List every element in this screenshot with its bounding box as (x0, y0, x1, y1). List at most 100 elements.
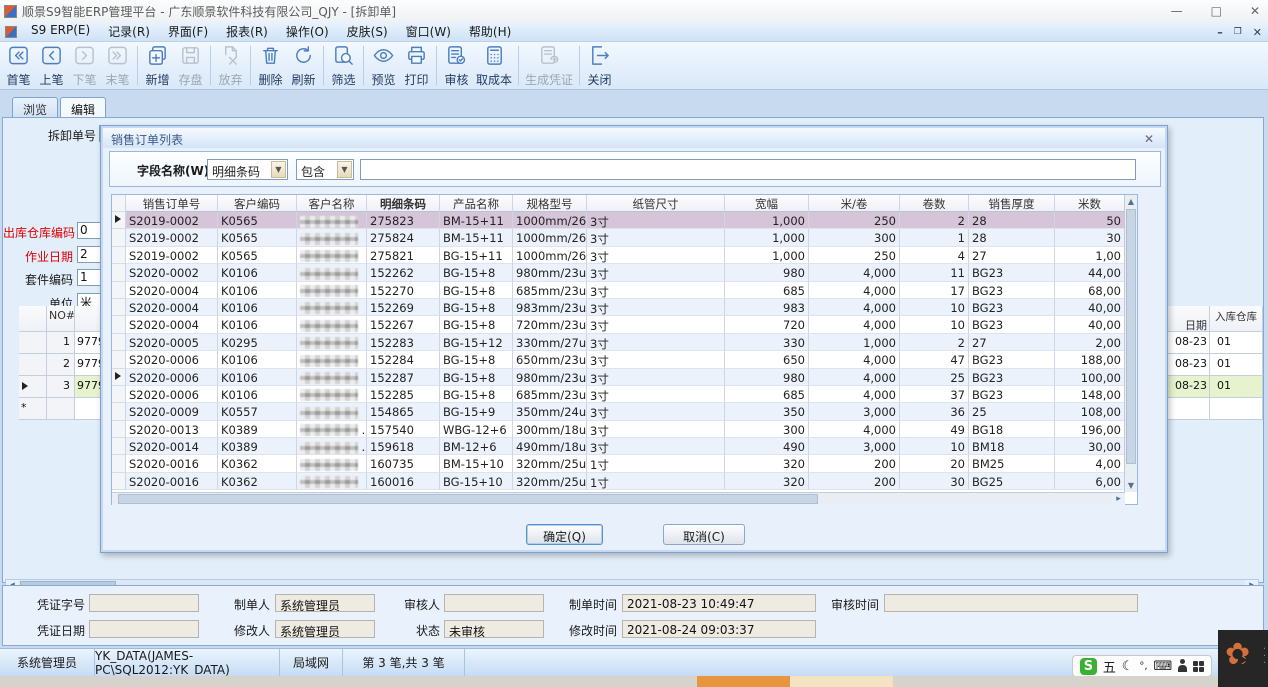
menu-item[interactable]: 帮助(H) (460, 21, 520, 42)
menu-item[interactable]: 记录(R) (99, 21, 159, 42)
toolbar-button-add[interactable]: 新增 (141, 43, 174, 88)
chevron-down-icon[interactable]: ▼ (337, 161, 352, 178)
toolbar-button-refresh[interactable]: 刷新 (287, 43, 320, 88)
table-row[interactable]: S2020-0006K0106152284BG-15+8650mm/23um..… (112, 351, 1137, 368)
scroll-thumb[interactable] (1126, 209, 1136, 464)
screen-recorder-overlay[interactable]: ✿ ··· (1218, 630, 1268, 687)
wubi-mode-icon[interactable]: 五 (1103, 657, 1116, 676)
table-row[interactable]: S2020-0016K0362160016BG-15+10320mm/25um.… (112, 473, 1137, 490)
chevron-down-icon[interactable]: ▼ (271, 161, 286, 178)
grid-cell: 275823 (367, 212, 440, 229)
grid-menu-icon[interactable] (1193, 661, 1204, 672)
toolbar-button-cost[interactable]: 取成本 (473, 43, 515, 88)
sogou-icon[interactable]: S (1080, 658, 1097, 675)
toolbar-button-print[interactable]: 打印 (400, 43, 433, 88)
input-method-tray[interactable]: S 五 ☾ °, ⌨ (1072, 655, 1212, 677)
column-header[interactable]: 宽幅 (725, 195, 809, 212)
row-selector[interactable] (112, 386, 126, 403)
column-header[interactable]: 卷数 (900, 195, 969, 212)
column-header[interactable]: 销售厚度 (969, 195, 1055, 212)
column-header[interactable]: 米/卷 (809, 195, 900, 212)
table-row[interactable]: S2020-0009K0557154865BG-15+9350mm/24um..… (112, 403, 1137, 420)
table-row[interactable]: S2020-0004K0106152270BG-15+8685mm/23um..… (112, 282, 1137, 299)
column-header[interactable]: 销售订单号 (126, 195, 218, 212)
menu-item[interactable]: S9 ERP(E) (22, 21, 99, 42)
cancel-button[interactable]: 取消(C) (663, 524, 745, 545)
column-header[interactable]: 纸管尺寸 (587, 195, 725, 212)
row-selector[interactable] (112, 299, 126, 316)
menu-item[interactable]: 窗口(W) (397, 21, 460, 42)
mdi-restore-button[interactable]: ❐ (1234, 27, 1242, 37)
row-selector[interactable] (112, 247, 126, 264)
toolbar-button-audit[interactable]: 审核 (440, 43, 473, 88)
scroll-thumb[interactable] (118, 494, 818, 504)
search-input[interactable] (360, 159, 1136, 180)
toolbar-button-delete[interactable]: 删除 (254, 43, 287, 88)
restore-button[interactable]: □ (1211, 4, 1222, 18)
column-header[interactable]: 产品名称 (440, 195, 513, 212)
dialog-title-bar[interactable]: 销售订单列表 ✕ (103, 128, 1165, 148)
row-selector[interactable] (112, 403, 126, 420)
row-selector-header[interactable] (112, 195, 126, 212)
column-header[interactable]: 客户名称 (297, 195, 367, 212)
column-header[interactable]: 明细条码 (367, 195, 440, 212)
column-header[interactable]: 规格型号 (513, 195, 587, 212)
row-selector[interactable] (112, 282, 126, 299)
toolbar-button-close-doc[interactable]: 关闭 (583, 43, 616, 88)
row-selector[interactable] (112, 316, 126, 333)
row-selector[interactable] (112, 455, 126, 472)
dialog-close-icon[interactable]: ✕ (1141, 132, 1157, 146)
grid-hscrollbar[interactable]: ▸ (112, 492, 1125, 505)
column-header[interactable]: 米数 (1055, 195, 1125, 212)
grid-vscrollbar[interactable]: ▲ ▼ (1124, 195, 1137, 492)
row-selector[interactable] (112, 351, 126, 368)
keyboard-icon[interactable]: ⌨ (1153, 659, 1172, 674)
table-row[interactable]: S2020-0002K0106152262BG-15+8980mm/23um..… (112, 264, 1137, 281)
table-row[interactable]: S2020-0013K0389 .157540WBG-12+6300mm/18u… (112, 421, 1137, 438)
table-row[interactable]: S2019-0002K0565275821BG-15+111000mm/26u.… (112, 247, 1137, 264)
menu-item[interactable]: 操作(O) (277, 21, 338, 42)
taskbar-app[interactable] (790, 676, 893, 687)
toolbar-button-prev[interactable]: 上笔 (35, 43, 68, 88)
sales-order-grid[interactable]: 销售订单号客户编码客户名称明细条码产品名称规格型号纸管尺寸宽幅米/卷卷数销售厚度… (111, 194, 1138, 505)
row-selector[interactable] (112, 264, 126, 281)
row-selector[interactable] (112, 212, 126, 229)
ok-button[interactable]: 确定(Q) (526, 524, 603, 545)
scroll-right-icon[interactable]: ▸ (1112, 494, 1125, 505)
menu-item[interactable]: 皮肤(S) (338, 21, 397, 42)
taskbar-active-app[interactable] (697, 676, 790, 687)
toolbar-button-preview[interactable]: 预览 (367, 43, 400, 88)
table-row[interactable]: S2020-0004K0106152267BG-15+8720mm/23um..… (112, 316, 1137, 333)
toolbar-button-filter[interactable]: 筛选 (327, 43, 360, 88)
row-selector[interactable] (112, 334, 126, 351)
minimize-button[interactable]: — (1171, 4, 1183, 18)
row-selector[interactable] (112, 229, 126, 246)
punctuation-icon[interactable]: °, (1139, 661, 1147, 672)
row-selector[interactable] (112, 369, 126, 386)
table-row[interactable]: S2020-0006K0106152285BG-15+8685mm/23um..… (112, 386, 1137, 403)
mdi-close-button[interactable]: ✕ (1253, 26, 1262, 39)
table-row[interactable]: S2020-0016K0362160735BM-15+10320mm/25um.… (112, 455, 1137, 472)
table-row[interactable]: S2020-0006K0106152287BG-15+8980mm/23um..… (112, 369, 1137, 386)
scroll-up-icon[interactable]: ▲ (1125, 195, 1137, 208)
toolbar-button-first[interactable]: 首笔 (2, 43, 35, 88)
table-row[interactable]: S2020-0005K0295152283BG-15+12330mm/27um.… (112, 334, 1137, 351)
menu-item[interactable]: 报表(R) (217, 21, 277, 42)
field-select[interactable]: 明细条码 ▼ (207, 159, 288, 180)
mdi-minimize-button[interactable]: – (1217, 26, 1223, 39)
operator-select[interactable]: 包含 ▼ (296, 159, 354, 180)
close-button[interactable]: ✕ (1250, 4, 1260, 18)
menu-item[interactable]: 界面(F) (159, 21, 217, 42)
column-header[interactable]: 客户编码 (218, 195, 297, 212)
table-row[interactable]: S2019-0002K0565275824BM-15+111000mm/26u.… (112, 229, 1137, 246)
scroll-down-icon[interactable]: ▼ (1125, 479, 1137, 492)
more-dots-icon[interactable]: ··· (1263, 646, 1266, 667)
row-selector[interactable] (112, 473, 126, 490)
row-selector[interactable] (112, 421, 126, 438)
table-row[interactable]: S2020-0004K0106152269BG-15+8983mm/23um..… (112, 299, 1137, 316)
table-row[interactable]: S2020-0014K0389 ..159618BM-12+6490mm/18u… (112, 438, 1137, 455)
moon-icon[interactable]: ☾ (1122, 659, 1134, 674)
row-selector[interactable] (112, 438, 126, 455)
person-icon[interactable] (1178, 659, 1187, 673)
table-row[interactable]: S2019-0002K0565275823BM-15+111000mm/26u.… (112, 212, 1137, 229)
